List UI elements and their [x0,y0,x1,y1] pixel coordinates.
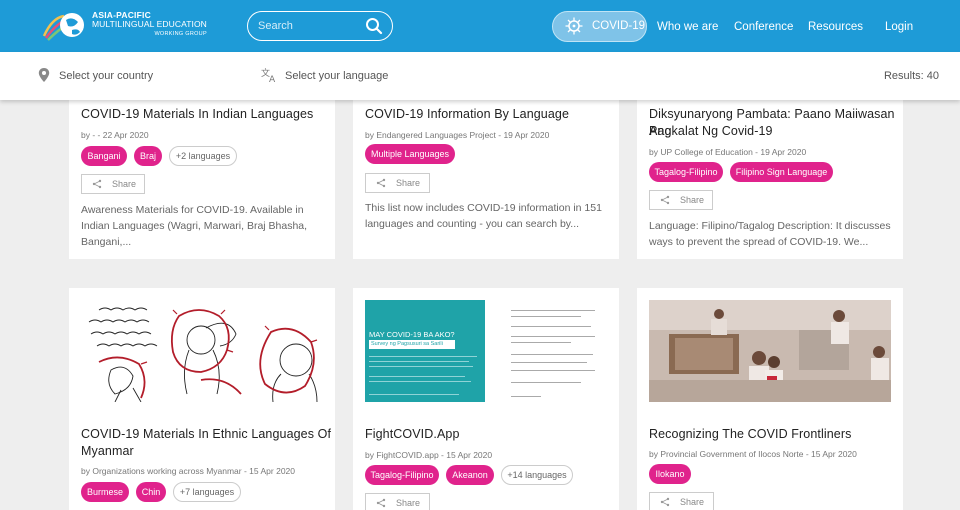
language-tag[interactable]: Tagalog-Filipino [649,162,723,182]
virus-icon [565,17,583,35]
resource-card[interactable]: MAY COVID-19 BA AKO? Survey ng Pagsusuri… [353,288,619,510]
card-description: This list now includes COVID-19 informat… [365,202,602,230]
share-label: Share [112,179,137,189]
card-meta: by Organizations working across Myanmar … [81,466,296,476]
share-icon [660,195,670,205]
resource-card[interactable]: COVID-19 Information By Language by Enda… [353,96,619,259]
card-meta: by Provincial Government of Ilocos Norte… [649,449,857,459]
share-label: Share [680,497,705,507]
logo-line-3: WORKING GROUP [154,31,207,37]
card-thumbnail[interactable]: MAY COVID-19 BA AKO? Survey ng Pagsusuri… [365,300,605,402]
share-icon [660,497,670,507]
card-meta: by UP College of Education - 19 Apr 2020 [649,147,807,157]
filter-bar: Select your country 文 A Select your lang… [0,52,960,100]
survey-heading: MAY COVID-19 BA AKO? [369,330,455,339]
share-button[interactable]: Share [81,174,145,194]
language-tag[interactable]: Ilokano [649,464,691,484]
resource-card[interactable]: Recognizing The COVID Frontliners by Pro… [637,288,903,510]
language-tag[interactable]: Filipino Sign Language [730,162,833,182]
nav-who-we-are[interactable]: Who we are [657,21,718,33]
card-title[interactable]: Recognizing The COVID Frontliners [649,426,851,443]
card-title[interactable]: COVID-19 Materials In Indian Languages [81,106,313,123]
logo-globe-icon [42,13,84,41]
country-filter-label: Select your country [59,70,154,82]
card-title[interactable]: FightCOVID.App [365,426,460,443]
language-tag[interactable]: Chin [136,482,166,502]
card-title-line-2[interactable]: Myanmar [81,443,134,460]
language-tag[interactable]: Multiple Languages [365,144,455,164]
logo-line-2: MULTILINGUAL EDUCATION [92,19,207,29]
card-title-line-1[interactable]: COVID-19 Materials In Ethnic Languages O… [81,426,331,443]
language-tag[interactable]: Burmese [81,482,129,502]
share-button[interactable]: Share [649,492,714,510]
more-languages-tag[interactable]: +2 languages [169,146,237,166]
share-label: Share [680,195,705,205]
resource-card[interactable]: Diksyunaryong Pambata: Paano Maiiwasan A… [637,96,903,259]
card-thumbnail[interactable] [81,300,321,402]
language-filter-label: Select your language [285,70,389,82]
location-pin-icon [38,68,50,82]
share-button[interactable]: Share [365,493,430,510]
share-button[interactable]: Share [649,190,713,210]
translate-icon: 文 A [261,67,276,83]
card-title[interactable]: COVID-19 Information By Language [365,106,569,123]
nav-resources[interactable]: Resources [808,21,863,33]
nav-conference[interactable]: Conference [734,21,793,33]
share-button[interactable]: Share [365,173,430,193]
myanmar-illustration [88,307,318,402]
card-description: Awareness Materials for COVID-19. Availa… [81,204,308,248]
survey-subheading: Survey ng Pagsusuri sa Sarili [369,340,455,349]
card-thumbnail[interactable] [649,300,891,402]
results-count: Results: 40 [883,70,939,82]
more-languages-tag[interactable]: +14 languages [501,465,573,485]
card-title-line-2[interactable]: Pagkalat Ng Covid-19 [649,123,773,140]
search-input[interactable] [258,17,366,35]
more-languages-tag[interactable]: +7 languages [173,482,241,502]
nav-login[interactable]: Login [885,21,913,33]
search-box [247,11,393,41]
share-label: Share [396,498,421,508]
covid-19-button[interactable]: COVID-19 [552,11,647,42]
resource-card[interactable]: COVID-19 Materials In Indian Languages b… [69,96,335,259]
top-navbar: ASIA-PACIFIC MULTILINGUAL EDUCATION WORK… [0,0,960,52]
language-tag[interactable]: Bangani [81,146,127,166]
site-logo[interactable]: ASIA-PACIFIC MULTILINGUAL EDUCATION WORK… [42,8,212,44]
covid-19-label: COVID-19 [592,20,646,32]
share-icon [376,178,386,188]
language-tag[interactable]: Braj [134,146,162,166]
card-meta: by FightCOVID.app - 15 Apr 2020 [365,450,493,460]
share-label: Share [396,178,421,188]
card-meta: by Endangered Languages Project - 19 Apr… [365,130,550,140]
card-meta: by - - 22 Apr 2020 [81,130,149,140]
card-description: Language: Filipino/Tagalog Description: … [649,220,891,248]
share-icon [376,498,386,508]
survey-slide: MAY COVID-19 BA AKO? Survey ng Pagsusuri… [365,300,485,402]
frontliners-photo [649,300,891,402]
language-tag[interactable]: Tagalog-Filipino [365,465,439,485]
resource-card[interactable]: COVID-19 Materials In Ethnic Languages O… [69,288,335,510]
language-tag[interactable]: Akeanon [446,465,494,485]
search-icon[interactable] [365,17,383,35]
svg-text:A: A [269,75,276,83]
share-icon [92,179,102,189]
